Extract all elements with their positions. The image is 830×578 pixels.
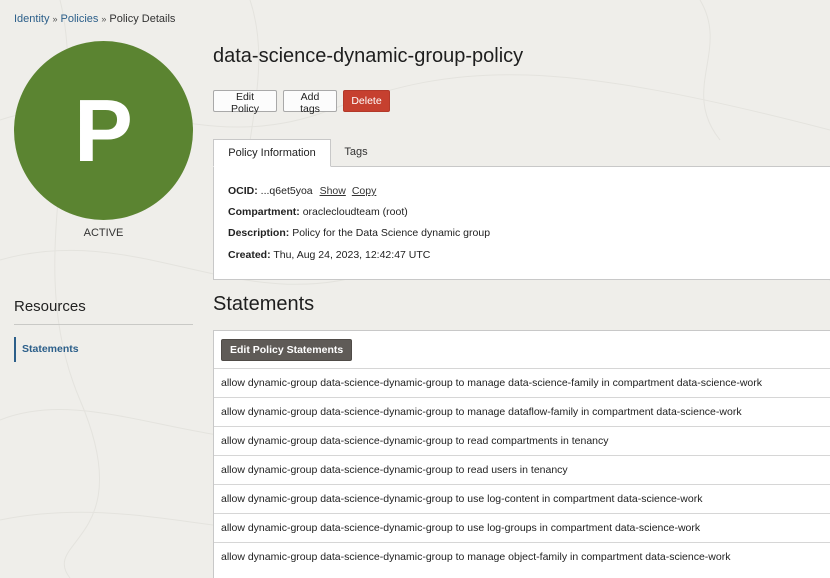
- add-tags-button[interactable]: Add tags: [283, 90, 337, 115]
- compartment-value: oraclecloudteam (root): [302, 206, 408, 218]
- copy-ocid-link[interactable]: Copy: [352, 185, 377, 197]
- avatar-letter: P: [74, 80, 133, 180]
- show-ocid-link[interactable]: Show: [320, 185, 346, 197]
- resources-heading: Resources: [14, 298, 86, 315]
- description-row: Description: Policy for the Data Science…: [228, 227, 490, 239]
- breadcrumb-identity[interactable]: Identity: [14, 13, 49, 25]
- statement-row: allow dynamic-group data-science-dynamic…: [214, 397, 830, 426]
- policy-information-panel: OCID: ...q6et5yoa Show Copy Compartment: …: [213, 166, 830, 280]
- statements-list: allow dynamic-group data-science-dynamic…: [214, 368, 830, 571]
- compartment-label: Compartment:: [228, 206, 300, 218]
- breadcrumb-current: Policy Details: [109, 13, 176, 25]
- edit-policy-statements-button[interactable]: Edit Policy Statements: [221, 339, 353, 361]
- statement-row: allow dynamic-group data-science-dynamic…: [214, 484, 830, 513]
- ocid-row: OCID: ...q6et5yoa Show Copy: [228, 185, 376, 197]
- created-value: Thu, Aug 24, 2023, 12:42:47 UTC: [273, 249, 431, 261]
- delete-button[interactable]: Delete: [343, 90, 390, 112]
- statement-row: allow dynamic-group data-science-dynamic…: [214, 513, 830, 542]
- ocid-label: OCID:: [228, 185, 258, 197]
- ocid-value: ...q6et5yoa: [260, 185, 313, 197]
- description-label: Description:: [228, 227, 290, 239]
- tab-policy-information[interactable]: Policy Information: [213, 139, 331, 167]
- avatar: P: [14, 41, 193, 220]
- description-value: Policy for the Data Science dynamic grou…: [292, 227, 491, 239]
- created-label: Created:: [228, 249, 271, 261]
- statements-heading: Statements: [213, 293, 315, 315]
- breadcrumb-policies[interactable]: Policies: [60, 13, 98, 25]
- status-label: ACTIVE: [83, 227, 124, 239]
- created-row: Created: Thu, Aug 24, 2023, 12:42:47 UTC: [228, 249, 430, 261]
- breadcrumb-separator: »: [101, 14, 107, 24]
- breadcrumb-separator: »: [52, 14, 58, 24]
- edit-policy-button[interactable]: Edit Policy: [213, 90, 277, 115]
- statement-row: allow dynamic-group data-science-dynamic…: [214, 426, 830, 455]
- statement-row: allow dynamic-group data-science-dynamic…: [214, 368, 830, 397]
- breadcrumb: Identity» Policies» Policy Details: [14, 13, 175, 25]
- statement-row: allow dynamic-group data-science-dynamic…: [214, 542, 830, 571]
- resources-item-statements[interactable]: Statements: [14, 337, 193, 362]
- statements-panel: Edit Policy Statements allow dynamic-gro…: [213, 330, 830, 578]
- statement-row: allow dynamic-group data-science-dynamic…: [214, 455, 830, 484]
- compartment-row: Compartment: oraclecloudteam (root): [228, 206, 408, 218]
- tab-tags[interactable]: Tags: [331, 139, 381, 167]
- page-title: data-science-dynamic-group-policy: [213, 45, 524, 67]
- divider: [14, 324, 193, 325]
